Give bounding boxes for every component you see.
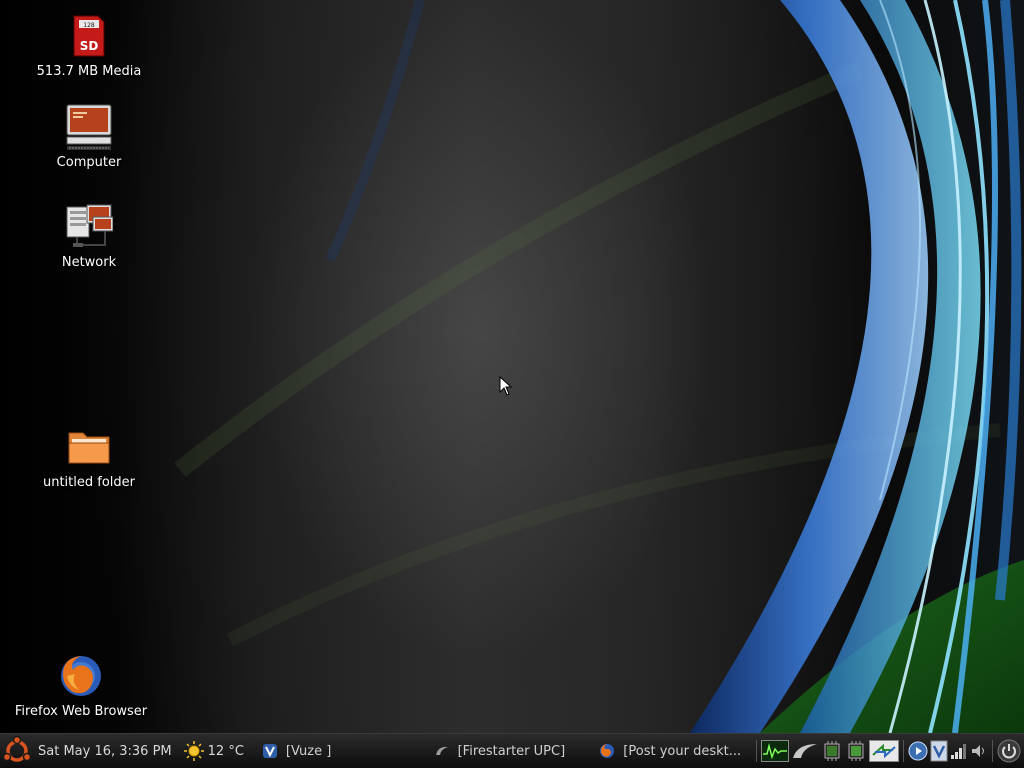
- firestarter-icon: [435, 746, 448, 755]
- taskbar-button-label: [Firestarter UPC]: [457, 743, 566, 759]
- taskbar-button-label: [Vuze ]: [285, 743, 332, 759]
- system-monitor-icon[interactable]: [761, 740, 789, 762]
- main-menu-button[interactable]: [0, 734, 36, 768]
- desktop-icon-media[interactable]: 128 SD 513.7 MB Media: [14, 12, 164, 79]
- svg-text:SD: SD: [80, 39, 99, 53]
- taskbar-button-firestarter[interactable]: [Firestarter UPC]: [428, 734, 588, 768]
- cpu-monitor-icon[interactable]: [821, 740, 843, 762]
- sd-card-icon: 128 SD: [73, 15, 105, 57]
- signal-strength-icon[interactable]: [950, 742, 968, 760]
- clock[interactable]: Sat May 16, 3:36 PM: [38, 734, 172, 768]
- firefox-icon: [61, 656, 101, 696]
- mouse-pointer-icon: [499, 376, 513, 396]
- firefox-icon: [600, 744, 615, 758]
- taskbar-button-firefox[interactable]: [Post your deskt...: [593, 734, 753, 768]
- desktop-icon-firefox[interactable]: Firefox Web Browser: [6, 652, 156, 719]
- desktop-icon-label: Computer: [56, 155, 122, 170]
- desktop-icon-computer[interactable]: Computer: [14, 103, 164, 170]
- ubuntu-logo-icon: [2, 736, 32, 762]
- network-transfer-icon[interactable]: [869, 740, 899, 762]
- desktop[interactable]: 128 SD 513.7 MB Media Computer Network u…: [0, 0, 1024, 733]
- svg-text:128: 128: [83, 22, 95, 29]
- folder-icon: [68, 432, 110, 464]
- weather-applet[interactable]: 12 °C: [183, 734, 244, 768]
- desktop-icon-label: untitled folder: [42, 475, 135, 490]
- weather-temperature: 12 °C: [207, 743, 244, 759]
- taskbar-button-label: [Post your deskt...: [623, 743, 742, 759]
- tray-separator: [992, 740, 993, 762]
- desktop-icon-untitled-folder[interactable]: untitled folder: [14, 423, 164, 490]
- volume-icon[interactable]: [970, 742, 988, 760]
- desktop-icon-label: Network: [61, 255, 117, 270]
- computer-icon: [66, 104, 112, 150]
- taskbar-button-vuze[interactable]: [Vuze ]: [256, 734, 416, 768]
- desktop-icon-network[interactable]: Network: [14, 203, 164, 270]
- media-player-icon[interactable]: [908, 741, 928, 761]
- network-icon: [66, 204, 113, 247]
- desktop-icon-label: Firefox Web Browser: [14, 704, 148, 719]
- system-tray: [753, 734, 1024, 768]
- tray-separator: [903, 740, 904, 762]
- vuze-icon: [262, 744, 277, 758]
- desktop-icon-label: 513.7 MB Media: [36, 64, 142, 79]
- vuze-tray-icon[interactable]: [930, 740, 948, 762]
- memory-monitor-icon[interactable]: [845, 740, 867, 762]
- firestarter-tray-icon[interactable]: [791, 740, 819, 762]
- sun-icon: [183, 741, 204, 761]
- bottom-panel: Sat May 16, 3:36 PM 12 °C [Vuze ] [Fires…: [0, 733, 1024, 768]
- power-icon[interactable]: [997, 739, 1021, 763]
- tray-separator: [756, 740, 757, 762]
